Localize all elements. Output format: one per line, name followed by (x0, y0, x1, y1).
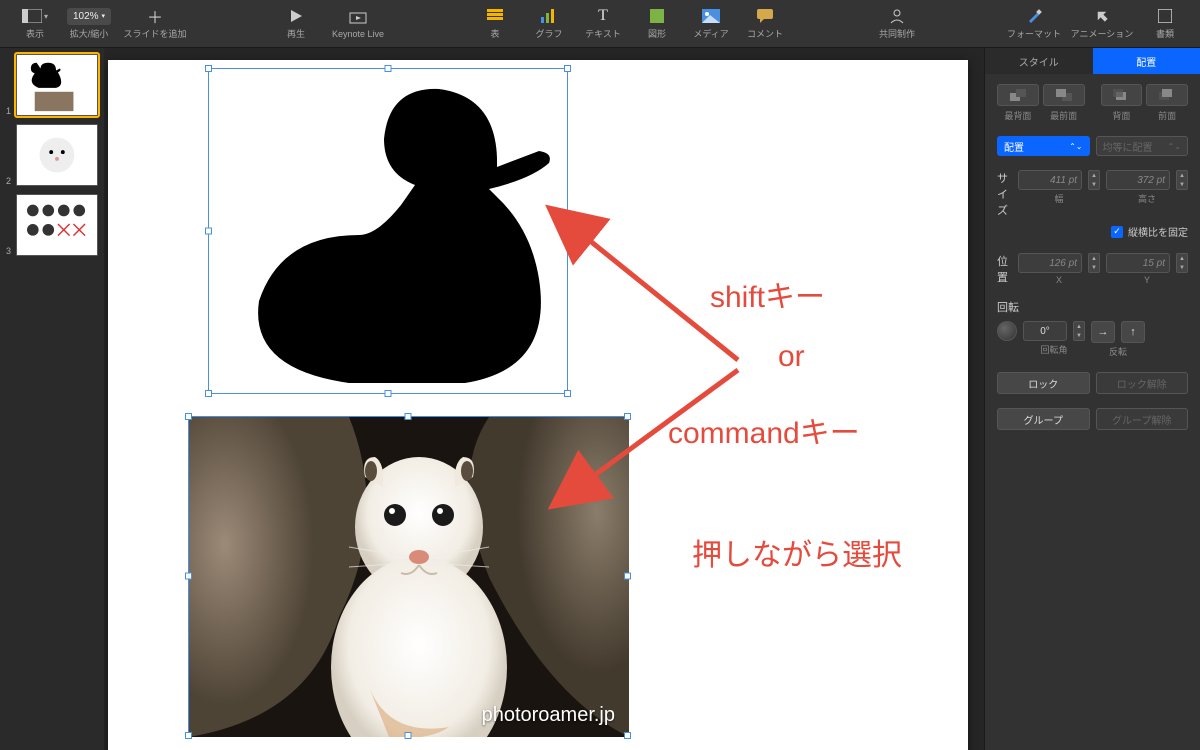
annotation-shift: shiftキー (710, 272, 825, 316)
resize-handle[interactable] (385, 65, 392, 72)
zoom-value: 102%▾ (67, 8, 111, 25)
angle-stepper[interactable]: ▲▼ (1073, 321, 1085, 341)
format-button[interactable]: フォーマット (1002, 3, 1066, 44)
media-button[interactable]: メディア (684, 3, 738, 44)
collaborate-icon (888, 7, 906, 25)
resize-handle[interactable] (385, 390, 392, 397)
x-field[interactable]: 126 pt (1018, 253, 1082, 273)
table-icon (487, 7, 503, 25)
tab-arrange[interactable]: 配置 (1093, 48, 1200, 74)
resize-handle[interactable] (405, 732, 412, 739)
resize-handle[interactable] (624, 413, 631, 420)
tab-style[interactable]: スタイル (985, 48, 1093, 74)
align-dropdown[interactable]: 配置⌃⌄ (997, 136, 1090, 156)
thumbnail-sidebar: 1 2 3 (0, 48, 104, 750)
thumbnail-2[interactable]: 2 (6, 124, 98, 186)
comment-button[interactable]: コメント (738, 3, 792, 44)
group-button[interactable]: グループ (997, 408, 1090, 430)
width-stepper[interactable]: ▲▼ (1088, 170, 1100, 190)
text-icon: T (598, 7, 608, 25)
resize-handle[interactable] (185, 732, 192, 739)
collaborate-button[interactable]: 共同制作 (867, 3, 927, 44)
document-icon (1158, 7, 1172, 25)
watermark: photoroamer.jp (482, 704, 615, 727)
inspector: スタイル 配置 最背面 最前面 背面 前面 配置⌃⌄ 均等に配置⌃⌄ サイズ (984, 48, 1200, 750)
height-field[interactable]: 372 pt (1106, 170, 1170, 190)
text-button[interactable]: T テキスト (576, 3, 630, 44)
view-button[interactable]: ▾ 表示 (8, 3, 62, 44)
distribute-dropdown[interactable]: 均等に配置⌃⌄ (1096, 136, 1189, 156)
width-field[interactable]: 411 pt (1018, 170, 1082, 190)
resize-handle[interactable] (624, 732, 631, 739)
photo-image (189, 417, 629, 737)
shape-icon (650, 7, 664, 25)
resize-handle[interactable] (564, 390, 571, 397)
height-stepper[interactable]: ▲▼ (1176, 170, 1188, 190)
resize-handle[interactable] (564, 65, 571, 72)
position-label: 位置 (997, 253, 1012, 285)
rotate-label: 回転 (997, 302, 1019, 314)
shape-button[interactable]: 図形 (630, 3, 684, 44)
resize-handle[interactable] (624, 573, 631, 580)
add-slide-button[interactable]: ＋ スライドを追加 (116, 3, 194, 44)
format-icon (1026, 7, 1042, 25)
thumbnail-1[interactable]: 1 (6, 54, 98, 116)
document-button[interactable]: 書類 (1138, 3, 1192, 44)
canvas[interactable]: photoroamer.jp shiftキー or commandキー 押しなが… (104, 48, 984, 750)
chart-icon (541, 7, 557, 25)
animation-icon (1094, 7, 1110, 25)
resize-handle[interactable] (564, 228, 571, 235)
view-icon: ▾ (22, 7, 48, 25)
send-to-back-button[interactable] (997, 84, 1039, 106)
zoom-button[interactable]: 102%▾ 拡大/縮小 (62, 3, 116, 44)
resize-handle[interactable] (205, 390, 212, 397)
angle-field[interactable]: 0° (1023, 321, 1067, 341)
play-icon (289, 7, 303, 25)
flip-vertical-button[interactable]: ↑ (1121, 321, 1145, 343)
bring-forward-button[interactable] (1146, 84, 1188, 106)
annotation-or: or (778, 340, 805, 374)
slide: photoroamer.jp shiftキー or commandキー 押しなが… (108, 60, 968, 750)
comment-icon (757, 7, 773, 25)
y-stepper[interactable]: ▲▼ (1176, 253, 1188, 273)
resize-handle[interactable] (185, 573, 192, 580)
annotation-press: 押しながら選択 (692, 530, 902, 574)
resize-handle[interactable] (185, 413, 192, 420)
order-controls: 最背面 最前面 背面 前面 (997, 84, 1188, 122)
toolbar: ▾ 表示 102%▾ 拡大/縮小 ＋ スライドを追加 再生 Keynote Li… (0, 0, 1200, 48)
animation-button[interactable]: アニメーション (1066, 3, 1138, 44)
thumbnail-3[interactable]: 3 (6, 194, 98, 256)
table-button[interactable]: 表 (468, 3, 522, 44)
play-button[interactable]: 再生 (269, 3, 323, 44)
inspector-tabs: スタイル 配置 (985, 48, 1200, 74)
keynote-live-icon (348, 9, 368, 27)
size-label: サイズ (997, 170, 1012, 218)
selection-duck[interactable] (208, 68, 568, 394)
keynote-live-button[interactable]: Keynote Live (323, 5, 393, 43)
lock-aspect-checkbox[interactable]: ✓縦横比を固定 (997, 224, 1188, 239)
chart-button[interactable]: グラフ (522, 3, 576, 44)
duck-shape (209, 69, 569, 395)
y-field[interactable]: 15 pt (1106, 253, 1170, 273)
plus-icon: ＋ (147, 7, 163, 25)
resize-handle[interactable] (205, 65, 212, 72)
media-icon (702, 7, 720, 25)
lock-button[interactable]: ロック (997, 372, 1090, 394)
resize-handle[interactable] (205, 228, 212, 235)
selection-photo[interactable]: photoroamer.jp (188, 416, 628, 736)
unlock-button[interactable]: ロック解除 (1096, 372, 1189, 394)
resize-handle[interactable] (405, 413, 412, 420)
flip-horizontal-button[interactable]: → (1091, 321, 1115, 343)
send-backward-button[interactable] (1101, 84, 1143, 106)
annotation-command: commandキー (668, 408, 860, 452)
rotation-knob[interactable] (997, 321, 1017, 341)
x-stepper[interactable]: ▲▼ (1088, 253, 1100, 273)
bring-to-front-button[interactable] (1043, 84, 1085, 106)
ungroup-button[interactable]: グループ解除 (1096, 408, 1189, 430)
